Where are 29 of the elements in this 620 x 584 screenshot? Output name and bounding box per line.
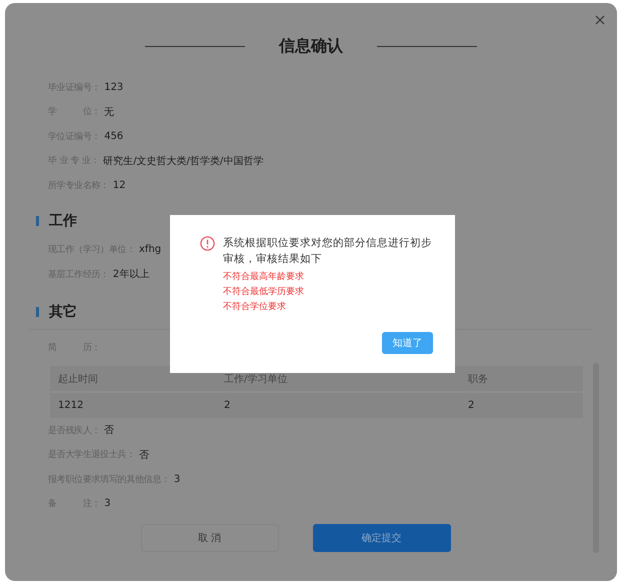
section-title: 其它 xyxy=(49,302,77,320)
table-cell-text: 2 xyxy=(224,400,232,411)
field-value: 研究生/文史哲大类/哲学类/中国哲学 xyxy=(103,154,264,168)
field-value: 否 xyxy=(139,448,150,462)
dialog-title: 信息确认 xyxy=(279,36,343,56)
field-value: 123 xyxy=(104,82,124,93)
field-value: xfhg xyxy=(139,244,162,256)
ok-button[interactable]: 知道了 xyxy=(382,332,433,354)
cancel-button[interactable]: 取 消 xyxy=(140,524,278,552)
table-cell-text: 1212 xyxy=(58,400,84,411)
section-title: 工作 xyxy=(49,212,77,230)
submit-button[interactable]: 确定提交 xyxy=(312,524,450,552)
alert-message: 系统根据职位要求对您的部分信息进行初步审核，审核结果如下 xyxy=(223,236,433,267)
field-value: 3 xyxy=(174,474,180,485)
field-value: 3 xyxy=(104,498,111,510)
field-value: 456 xyxy=(104,130,124,142)
field-value: 2年以上 xyxy=(112,268,150,282)
warning-icon xyxy=(200,236,215,251)
table-cell-text: 2 xyxy=(468,400,476,411)
table-header: 起止时间 xyxy=(58,372,99,386)
issue-text: 不符合最高年龄要求 xyxy=(223,270,305,284)
field-value: 无 xyxy=(104,106,114,119)
issue-text: 不符合学位要求 xyxy=(223,300,287,314)
table-header: 职务 xyxy=(468,372,489,386)
table-header: 工作/学习单位 xyxy=(224,372,288,386)
close-icon[interactable] xyxy=(595,15,605,25)
issue-text: 不符合最低学历要求 xyxy=(223,286,305,299)
field-value: 否 xyxy=(104,424,114,438)
field-value: 12 xyxy=(112,180,126,191)
